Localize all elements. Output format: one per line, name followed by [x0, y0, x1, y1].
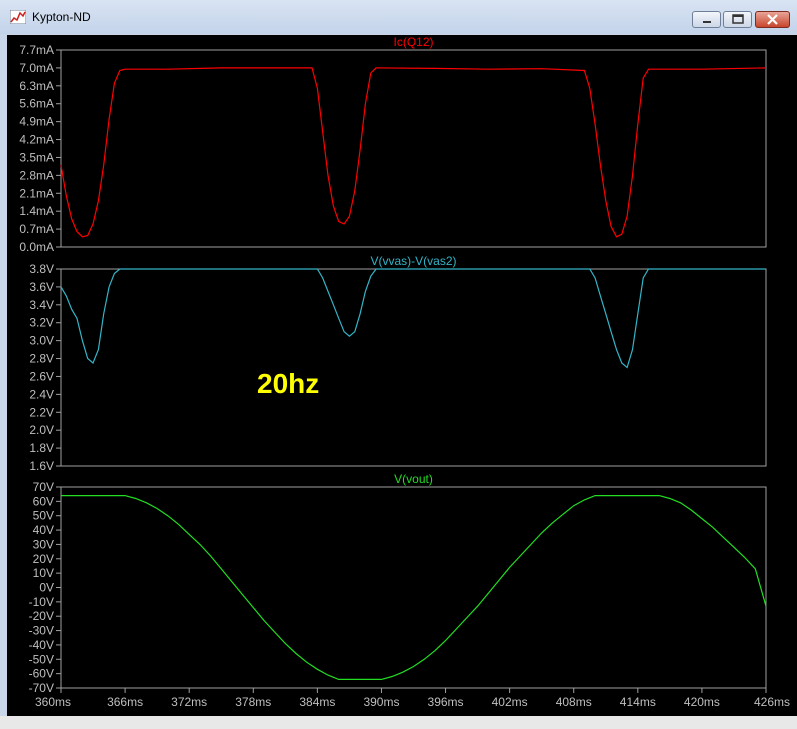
- y-tick-label: 3.6V: [29, 280, 54, 294]
- pane-title: V(vout): [394, 472, 433, 486]
- x-tick-label: 366ms: [107, 695, 143, 709]
- y-tick-label: 2.2V: [29, 405, 54, 419]
- y-tick-label: -10V: [29, 595, 54, 609]
- application-window: Kypton-ND Ic(Q12) 7.7mA 7.0mA 6.3mA 5.6mA 4.9…: [0, 0, 797, 729]
- maximize-button[interactable]: [723, 11, 752, 28]
- y-tick-label: 0.7mA: [19, 222, 54, 236]
- y-tick-label: 3.8V: [29, 262, 54, 276]
- y-tick-label: 4.9mA: [19, 115, 54, 129]
- y-tick-label: 2.4V: [29, 387, 54, 401]
- minimize-icon: [703, 21, 711, 23]
- y-tick-label: 2.0V: [29, 423, 54, 437]
- y-tick-label: -40V: [29, 638, 54, 652]
- x-tick-label: 396ms: [428, 695, 464, 709]
- waveform-plot[interactable]: Ic(Q12) 7.7mA 7.0mA 6.3mA 5.6mA 4.9mA 4.2mA 3.5…: [7, 35, 797, 716]
- y-tick-label: 20V: [33, 552, 54, 566]
- x-axis: 360ms 366ms 372ms 378ms 384ms 390ms 396ms 402ms…: [35, 688, 790, 709]
- y-tick-label: 0V: [39, 581, 54, 595]
- maximize-icon: [732, 14, 744, 24]
- y-tick-label: 2.6V: [29, 369, 54, 383]
- y-tick-label: 1.8V: [29, 441, 54, 455]
- y-tick-label: 7.7mA: [19, 43, 54, 57]
- window-title: Kypton-ND: [32, 10, 91, 24]
- y-tick-label: 3.4V: [29, 298, 54, 312]
- x-tick-label: 360ms: [35, 695, 71, 709]
- close-icon: [767, 14, 778, 25]
- x-tick-label: 372ms: [171, 695, 207, 709]
- y-tick-label: -60V: [29, 667, 54, 681]
- pane-title: Ic(Q12): [393, 35, 433, 49]
- y-tick-label: 30V: [33, 537, 54, 551]
- x-tick-label: 420ms: [684, 695, 720, 709]
- x-tick-label: 384ms: [299, 695, 335, 709]
- y-tick-label: 1.4mA: [19, 204, 54, 218]
- y-tick-label: 2.1mA: [19, 186, 54, 200]
- y-tick-label: 3.5mA: [19, 150, 54, 164]
- x-tick-label: 390ms: [363, 695, 399, 709]
- y-tick-label: 10V: [33, 566, 54, 580]
- y-tick-label: -30V: [29, 624, 54, 638]
- y-tick-label: 50V: [33, 509, 54, 523]
- y-tick-label: 70V: [33, 480, 54, 494]
- y-tick-label: 40V: [33, 523, 54, 537]
- series-line-v-vout-: [61, 495, 767, 681]
- plot-frame: [60, 486, 767, 689]
- y-tick-label: -20V: [29, 609, 54, 623]
- x-tick-label: 402ms: [492, 695, 528, 709]
- y-tick-label: 2.8mA: [19, 168, 54, 182]
- y-tick-label: 5.6mA: [19, 97, 54, 111]
- plot-frame: [60, 268, 767, 467]
- y-tick-label: 3.2V: [29, 316, 54, 330]
- status-strip: [0, 716, 797, 729]
- waveform-viewer[interactable]: Ic(Q12) 7.7mA 7.0mA 6.3mA 5.6mA 4.9mA 4.2mA 3.5…: [7, 35, 797, 716]
- close-button[interactable]: [755, 11, 790, 28]
- y-tick-label: 3.0V: [29, 334, 54, 348]
- x-tick-label: 378ms: [235, 695, 271, 709]
- y-tick-label: -50V: [29, 652, 54, 666]
- plot-frame: [60, 49, 767, 248]
- pane-ic-q12: Ic(Q12) 7.7mA 7.0mA 6.3mA 5.6mA 4.9mA 4.2mA 3.5…: [19, 35, 767, 254]
- y-tick-label: 6.3mA: [19, 79, 54, 93]
- annotation-label: 20hz: [257, 368, 319, 399]
- y-tick-label: 7.0mA: [19, 61, 54, 75]
- title-bar[interactable]: Kypton-ND: [0, 0, 797, 34]
- minimize-button[interactable]: [692, 11, 721, 28]
- x-tick-label: 408ms: [556, 695, 592, 709]
- x-tick-label: 426ms: [754, 695, 790, 709]
- pane-title: V(vvas)-V(vas2): [370, 254, 456, 268]
- y-tick-label: 4.2mA: [19, 133, 54, 147]
- y-tick-label: -70V: [29, 681, 54, 695]
- y-tick-label: 2.8V: [29, 352, 54, 366]
- y-tick-label: 60V: [33, 494, 54, 508]
- y-tick-label: 0.0mA: [19, 240, 54, 254]
- pane-vvas-diff: V(vvas)-V(vas2) 3.8V 3.6V 3.4V 3.2V 3.0V 2.8V 2…: [29, 254, 767, 473]
- waveform-chart-icon: [10, 10, 26, 24]
- series-line-ic-q12-: [60, 67, 767, 238]
- series-line-v-vvas-v-vas2-: [60, 268, 766, 369]
- pane-vout: V(vout) 70V60V50V40V30V20V10V0V-10V-20V-3…: [29, 472, 767, 695]
- y-tick-label: 1.6V: [29, 459, 54, 473]
- x-tick-label: 414ms: [620, 695, 656, 709]
